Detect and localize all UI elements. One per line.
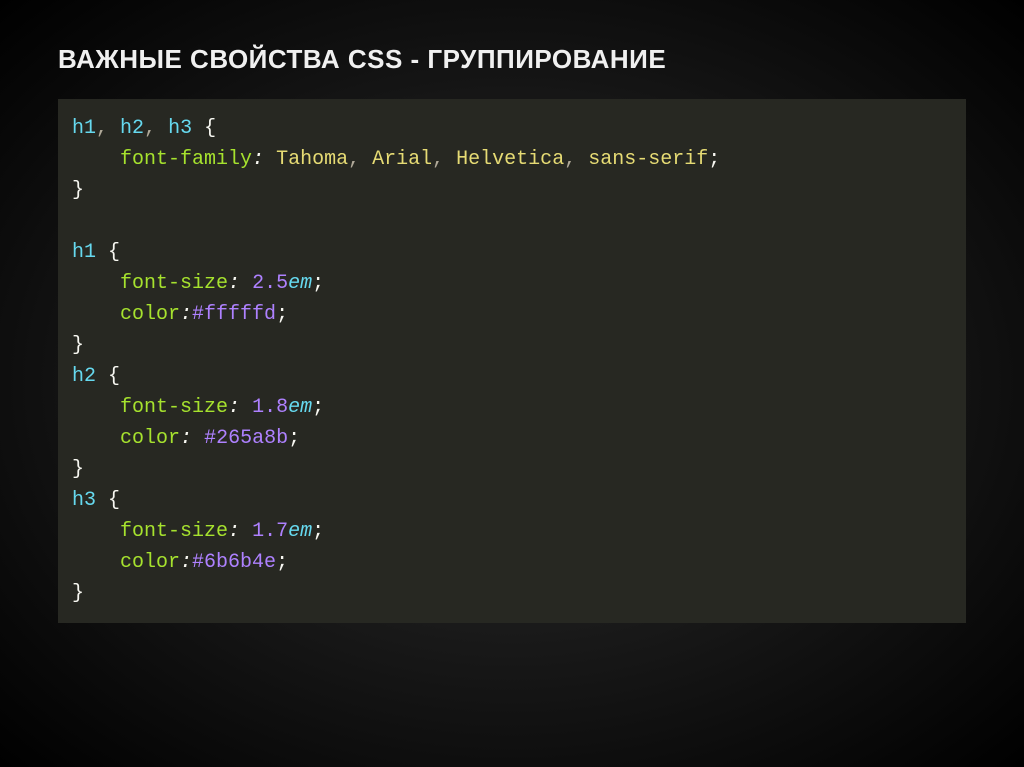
space — [96, 241, 108, 264]
indent — [72, 427, 120, 450]
code-line: } — [72, 458, 84, 481]
space — [156, 117, 168, 140]
space — [576, 148, 588, 171]
close-brace: } — [72, 458, 84, 481]
property-color: color — [120, 551, 180, 574]
semicolon: ; — [312, 272, 324, 295]
close-brace: } — [72, 179, 84, 202]
indent — [72, 303, 120, 326]
space — [444, 148, 456, 171]
colon: : — [180, 551, 192, 574]
indent — [72, 396, 120, 419]
number: 2.5 — [252, 272, 288, 295]
open-brace: { — [204, 117, 216, 140]
space — [96, 489, 108, 512]
selector-h3: h3 — [168, 117, 192, 140]
comma: , — [564, 148, 576, 171]
space — [240, 396, 252, 419]
property-font-family: font-family — [120, 148, 252, 171]
value-helvetica: Helvetica — [456, 148, 564, 171]
code-line: font-size: 2.5em; — [72, 272, 324, 295]
colon: : — [180, 427, 192, 450]
semicolon: ; — [276, 551, 288, 574]
number: 1.7 — [252, 520, 288, 543]
value-arial: Arial — [372, 148, 432, 171]
code-line: h1, h2, h3 { — [72, 117, 216, 140]
selector-h1: h1 — [72, 117, 96, 140]
colon: : — [228, 396, 240, 419]
code-line: h1 { — [72, 241, 120, 264]
code-block: h1, h2, h3 { font-family: Tahoma, Arial,… — [58, 99, 966, 623]
close-brace: } — [72, 582, 84, 605]
code-line: font-size: 1.8em; — [72, 396, 324, 419]
unit-em: em — [288, 520, 312, 543]
colon: : — [252, 148, 264, 171]
property-color: color — [120, 303, 180, 326]
open-brace: { — [108, 365, 120, 388]
property-font-size: font-size — [120, 272, 228, 295]
code-line: h2 { — [72, 365, 120, 388]
slide: ВАЖНЫЕ СВОЙСТВА CSS - ГРУППИРОВАНИЕ h1, … — [0, 0, 1024, 767]
space — [264, 148, 276, 171]
indent — [72, 148, 120, 171]
code-line: font-size: 1.7em; — [72, 520, 324, 543]
code-line: h3 { — [72, 489, 120, 512]
property-color: color — [120, 427, 180, 450]
code-line: color:#fffffd; — [72, 303, 288, 326]
code-line: } — [72, 334, 84, 357]
unit-em: em — [288, 272, 312, 295]
number: 1.8 — [252, 396, 288, 419]
space — [360, 148, 372, 171]
code-line: } — [72, 179, 84, 202]
close-brace: } — [72, 334, 84, 357]
colon: : — [228, 272, 240, 295]
unit-em: em — [288, 396, 312, 419]
comma: , — [348, 148, 360, 171]
selector-h3: h3 — [72, 489, 96, 512]
hex-color: #fffffd — [192, 303, 276, 326]
indent — [72, 272, 120, 295]
slide-title: ВАЖНЫЕ СВОЙСТВА CSS - ГРУППИРОВАНИЕ — [58, 44, 966, 75]
value-sans-serif: sans-serif — [588, 148, 708, 171]
space — [192, 117, 204, 140]
hex-color: #6b6b4e — [192, 551, 276, 574]
property-font-size: font-size — [120, 520, 228, 543]
comma: , — [96, 117, 108, 140]
property-font-size: font-size — [120, 396, 228, 419]
space — [192, 427, 204, 450]
selector-h1: h1 — [72, 241, 96, 264]
semicolon: ; — [708, 148, 720, 171]
space — [108, 117, 120, 140]
code-line: font-family: Tahoma, Arial, Helvetica, s… — [72, 148, 720, 171]
semicolon: ; — [312, 520, 324, 543]
semicolon: ; — [276, 303, 288, 326]
open-brace: { — [108, 241, 120, 264]
colon: : — [228, 520, 240, 543]
comma: , — [432, 148, 444, 171]
space — [240, 272, 252, 295]
code-line: } — [72, 582, 84, 605]
space — [96, 365, 108, 388]
colon: : — [180, 303, 192, 326]
open-brace: { — [108, 489, 120, 512]
semicolon: ; — [288, 427, 300, 450]
space — [240, 520, 252, 543]
code-line: color: #265a8b; — [72, 427, 300, 450]
indent — [72, 551, 120, 574]
selector-h2: h2 — [120, 117, 144, 140]
code-line: color:#6b6b4e; — [72, 551, 288, 574]
semicolon: ; — [312, 396, 324, 419]
comma: , — [144, 117, 156, 140]
value-tahoma: Tahoma — [276, 148, 348, 171]
indent — [72, 520, 120, 543]
hex-color: #265a8b — [204, 427, 288, 450]
selector-h2: h2 — [72, 365, 96, 388]
